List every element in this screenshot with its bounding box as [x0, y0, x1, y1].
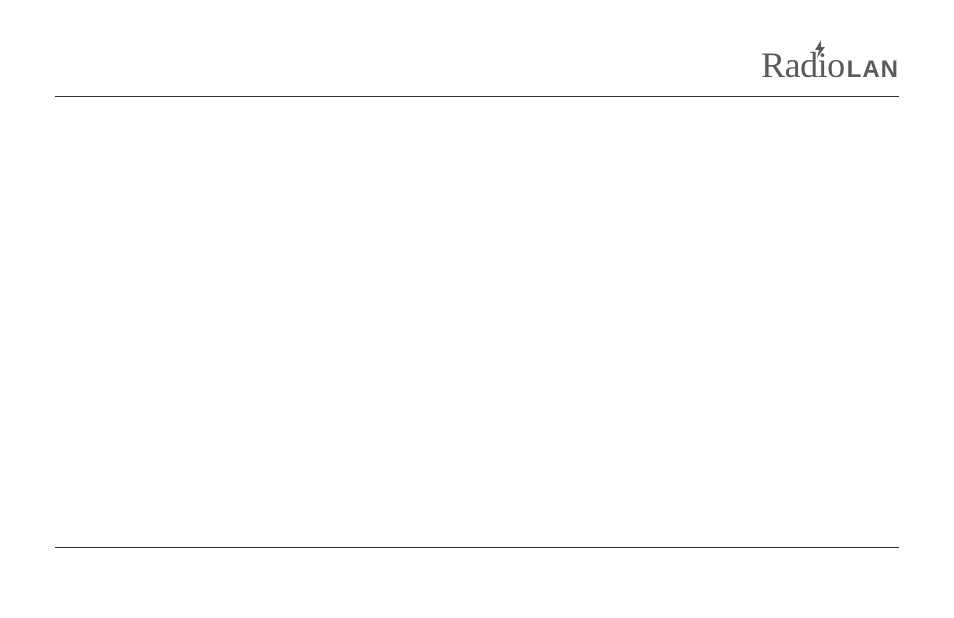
logo: Radio LAN	[761, 44, 899, 86]
top-horizontal-rule	[55, 96, 899, 97]
content-area	[55, 110, 899, 518]
header: Radio LAN	[55, 44, 899, 86]
lightning-bolt-icon	[813, 40, 827, 58]
logo-text-radio: Radio	[761, 44, 845, 86]
bottom-horizontal-rule	[55, 547, 899, 548]
document-page: Radio LAN	[0, 0, 954, 618]
logo-text-lan: LAN	[847, 56, 899, 84]
